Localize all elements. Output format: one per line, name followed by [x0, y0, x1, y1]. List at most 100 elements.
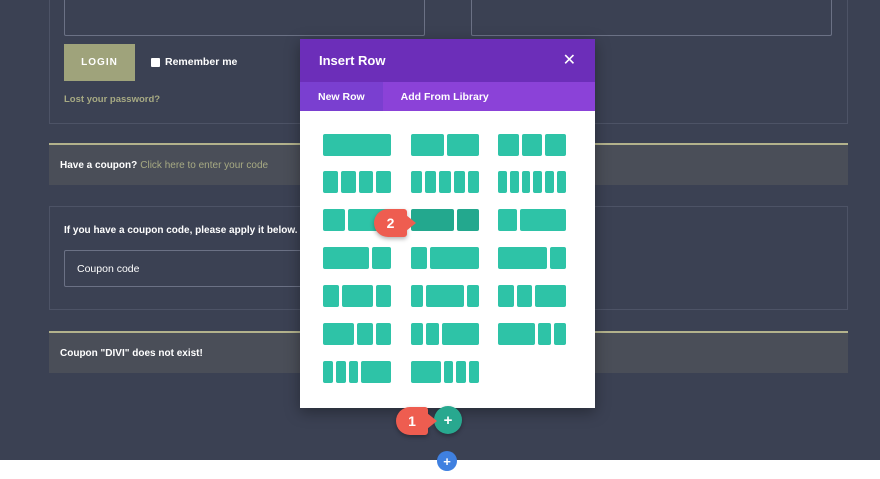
layout-column: [457, 209, 479, 231]
layout-column: [467, 171, 479, 193]
layout-column: [521, 134, 543, 156]
layout-column: [323, 209, 345, 231]
layout-column: [520, 209, 566, 231]
row-layout-1-5-1-5-3-5[interactable]: [411, 323, 479, 345]
layout-column: [375, 323, 391, 345]
tab-add-from-library[interactable]: Add From Library: [383, 82, 507, 111]
layout-column: [469, 361, 479, 383]
layout-column: [498, 247, 547, 269]
layout-column: [545, 134, 566, 156]
remember-label: Remember me: [165, 56, 238, 68]
layout-column: [466, 285, 479, 307]
layout-column: [545, 171, 555, 193]
layout-column: [446, 134, 479, 156]
password-field[interactable]: [471, 0, 832, 36]
step-marker-1: 1: [396, 407, 437, 435]
layout-column: [411, 247, 428, 269]
lost-password-link[interactable]: Lost your password?: [64, 94, 160, 105]
row-layout-4-5-1-5[interactable]: [498, 247, 566, 269]
coupon-code-input[interactable]: Coupon code: [64, 250, 304, 287]
row-layout-1-5-3-5-1-5[interactable]: [411, 285, 479, 307]
layout-column: [426, 323, 439, 345]
layout-column: [323, 247, 369, 269]
row-layout-1-4x4[interactable]: [323, 171, 391, 193]
layout-column: [557, 171, 566, 193]
remember-me[interactable]: Remember me: [151, 56, 237, 68]
row-layout-1-5x5[interactable]: [411, 171, 479, 193]
layout-column: [340, 171, 356, 193]
layout-column: [357, 323, 373, 345]
layout-column: [498, 285, 514, 307]
row-layout-1[interactable]: [323, 134, 391, 156]
insert-row-modal: Insert Row ✕ New Row Add From Library: [300, 39, 595, 408]
layout-column: [341, 285, 373, 307]
add-section-button[interactable]: +: [437, 451, 457, 471]
layout-column: [411, 171, 423, 193]
modal-tabs: New Row Add From Library: [300, 82, 595, 111]
row-layout-1-2-1-4-1-4[interactable]: [323, 323, 391, 345]
add-row-button[interactable]: +: [434, 406, 462, 434]
modal-header: Insert Row ✕: [300, 39, 595, 82]
layout-column: [323, 134, 391, 156]
layout-column: [441, 323, 479, 345]
login-button[interactable]: LOGIN: [64, 44, 135, 81]
row-layout-1-4-1-2-1-4[interactable]: [323, 285, 391, 307]
layout-column: [425, 171, 437, 193]
layout-column: [411, 323, 424, 345]
row-layout-1-4-1-4-1-2[interactable]: [498, 285, 566, 307]
remember-checkbox[interactable]: [151, 57, 160, 67]
layout-column: [533, 171, 543, 193]
layout-column: [361, 361, 391, 383]
row-layout-1-6-1-6-1-6-1-2[interactable]: [323, 361, 391, 383]
row-layout-1-4-3-4[interactable]: [498, 209, 566, 231]
layout-column: [411, 134, 444, 156]
layout-grid: [300, 111, 595, 408]
row-layout-3-5-1-5-1-5[interactable]: [498, 323, 566, 345]
layout-column: [323, 171, 338, 193]
username-field[interactable]: [64, 0, 425, 36]
row-layout-1-2-1-2[interactable]: [411, 134, 479, 156]
layout-column: [498, 323, 536, 345]
row-layout-3-4-1-4[interactable]: [323, 247, 391, 269]
coupon-instruction: If you have a coupon code, please apply …: [64, 225, 298, 236]
row-layout-2-3-1-3[interactable]: [411, 209, 479, 231]
layout-column: [358, 171, 374, 193]
row-layout-1-6x6[interactable]: [498, 171, 566, 193]
layout-column: [538, 323, 551, 345]
layout-column: [443, 361, 454, 383]
layout-column: [411, 361, 441, 383]
modal-title: Insert Row: [319, 53, 386, 68]
layout-column: [439, 171, 451, 193]
layout-column: [498, 209, 518, 231]
layout-column: [453, 171, 465, 193]
layout-column: [376, 171, 391, 193]
layout-column: [426, 285, 464, 307]
layout-column: [323, 285, 339, 307]
step-marker-2: 2: [374, 209, 416, 237]
layout-column: [323, 323, 354, 345]
layout-column: [411, 209, 455, 231]
layout-column: [498, 134, 519, 156]
layout-column: [535, 285, 566, 307]
close-icon[interactable]: ✕: [563, 52, 576, 69]
layout-column: [348, 361, 359, 383]
layout-column: [521, 171, 531, 193]
layout-column: [509, 171, 519, 193]
layout-column: [375, 285, 391, 307]
layout-column: [498, 171, 507, 193]
layout-column: [323, 361, 333, 383]
layout-column: [335, 361, 346, 383]
coupon-notice-prefix: Have a coupon?: [60, 159, 138, 171]
row-layout-1-2-1-6-1-6-1-6[interactable]: [411, 361, 479, 383]
coupon-link[interactable]: Click here to enter your code: [140, 160, 268, 171]
layout-column: [430, 247, 479, 269]
layout-column: [553, 323, 566, 345]
layout-column: [549, 247, 566, 269]
layout-column: [411, 285, 424, 307]
row-layout-1-3x3[interactable]: [498, 134, 566, 156]
layout-column: [456, 361, 467, 383]
tab-new-row[interactable]: New Row: [300, 82, 383, 111]
layout-column: [371, 247, 391, 269]
layout-column: [516, 285, 532, 307]
row-layout-1-5-4-5[interactable]: [411, 247, 479, 269]
